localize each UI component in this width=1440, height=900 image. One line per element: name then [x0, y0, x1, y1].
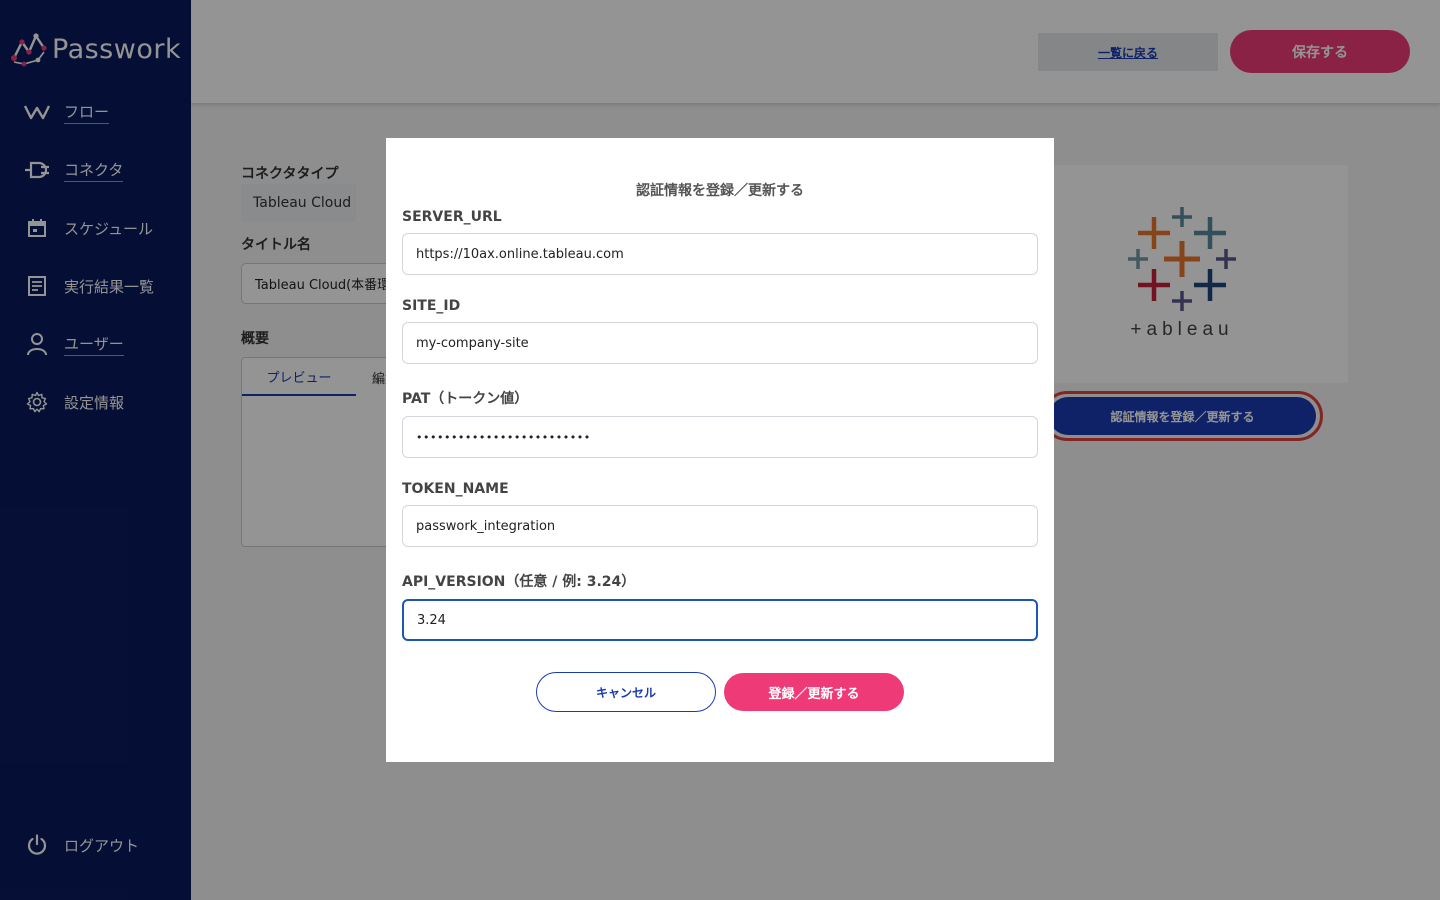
site-id-label: SITE_ID [402, 298, 461, 314]
token-name-input[interactable]: passwork_integration [402, 505, 1038, 547]
pat-label: PAT（トークン値） [402, 391, 529, 407]
credentials-modal: 認証情報を登録／更新する SERVER_URL https://10ax.onl… [386, 138, 1054, 762]
site-id-input[interactable]: my-company-site [402, 322, 1038, 364]
token-name-label: TOKEN_NAME [402, 481, 509, 497]
pat-token-input[interactable]: ••••••••••••••••••••••••• [402, 416, 1038, 458]
server-url-label: SERVER_URL [402, 209, 502, 225]
modal-title: 認証情報を登録／更新する [636, 183, 804, 199]
server-url-input[interactable]: https://10ax.online.tableau.com [402, 233, 1038, 275]
api-version-input[interactable]: 3.24 [402, 599, 1038, 641]
submit-button[interactable]: 登録／更新する [724, 673, 904, 711]
cancel-button[interactable]: キャンセル [536, 672, 716, 712]
api-version-label: API_VERSION（任意 / 例: 3.24） [402, 574, 636, 590]
